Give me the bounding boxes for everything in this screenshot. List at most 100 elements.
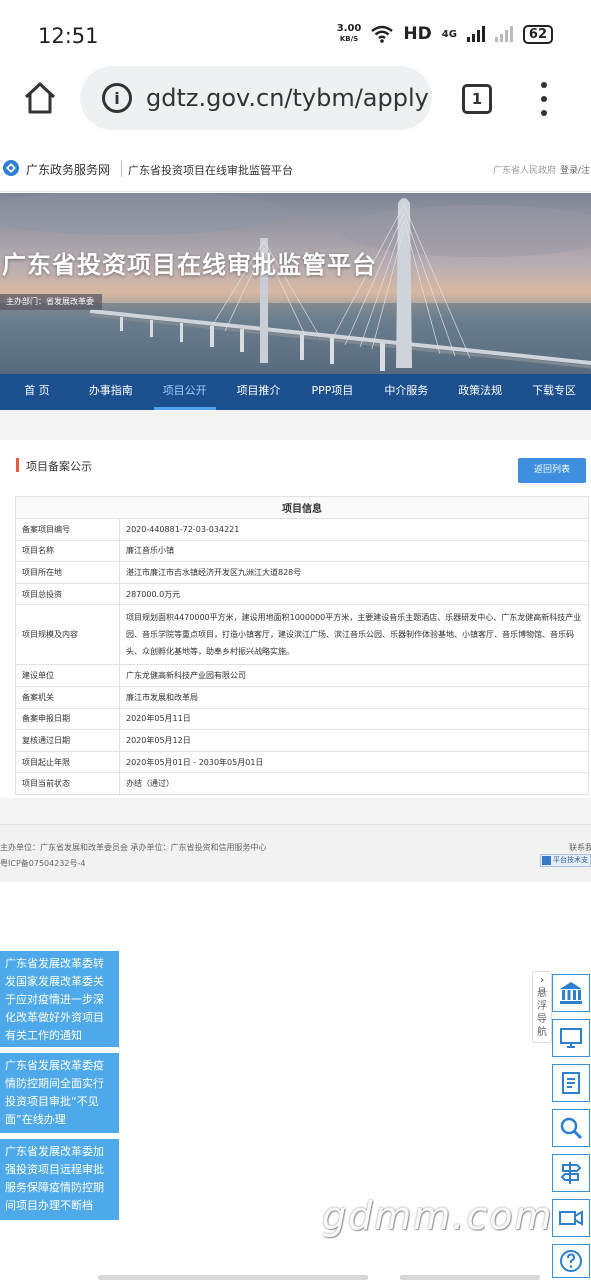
notice-card[interactable]: 广东省发展改革委疫情防控期间全面实行投资项目审批“不见面”在线办理 [0, 1053, 119, 1133]
badge-label: 平台技术支 [553, 856, 588, 864]
video-icon[interactable] [552, 1199, 590, 1237]
watermark-logo: gdmm.com [322, 1194, 554, 1238]
row-key: 备案项目编号 [15, 518, 120, 541]
row-value: 287000.0万元 [119, 582, 589, 606]
url-text[interactable]: gdtz.gov.cn/tybm/apply [146, 84, 429, 112]
card-title: 项目备案公示 [26, 460, 92, 473]
status-bar: 12:51 3.00 KB/S HD 4G 62 [0, 0, 591, 66]
nav-item-home[interactable]: 首 页 [0, 374, 74, 410]
row-value: 项目规划面积4470000平方米，建设用地面积1000000平方米，主要建设音乐… [119, 604, 589, 666]
main-nav: 首 页 办事指南 项目公开 项目推介 PPP项目 中介服务 政策法规 下载专区 [0, 374, 591, 410]
home-icon[interactable] [22, 80, 58, 116]
notice-card[interactable]: 广东省发展改革委转发国家发展改革委关于应对疫情进一步深化改革做好外资项目有关工作… [0, 951, 119, 1047]
row-value: 湛江市廉江市吉水镇经济开发区九洲江大道828号 [119, 561, 589, 584]
table-row: 建设单位 广东龙健高新科技产业园有限公司 [15, 664, 589, 687]
row-value: 2020年05月12日 [119, 729, 589, 752]
table-row: 备案申报日期 2020年05月11日 [15, 707, 589, 731]
table-row: 备案项目编号 2020-440881-72-03-034221 [15, 518, 589, 541]
floating-nav-toggle[interactable]: › 悬浮导航 [532, 971, 552, 1043]
row-key: 项目所在地 [15, 561, 120, 584]
nav-item-agency[interactable]: 中介服务 [369, 374, 443, 410]
row-key: 备案机关 [15, 685, 120, 709]
row-value: 廉江音乐小镇 [119, 539, 589, 563]
row-key: 项目起止年限 [15, 750, 120, 774]
row-value: 廉江市发展和改革局 [119, 685, 589, 709]
nav-item-project-promo[interactable]: 项目推介 [222, 374, 296, 410]
status-icons: 3.00 KB/S HD 4G 62 [337, 24, 553, 44]
site-info-icon[interactable]: i [102, 83, 132, 113]
row-value: 办结（通过） [119, 772, 589, 795]
footer-host: 主办单位：广东省发展和改革委员会 承办单位：广东省投资和信用服务中心 [0, 843, 267, 852]
row-key: 项目名称 [15, 539, 120, 563]
table-header: 项目信息 [15, 496, 589, 519]
gov-link[interactable]: 广东省人民政府 [493, 163, 556, 176]
more-menu-icon[interactable] [536, 82, 552, 116]
footer-icp[interactable]: 粤ICP备07504232号-4 [0, 858, 85, 869]
row-key: 复核通过日期 [15, 729, 120, 752]
title-marker [16, 458, 19, 472]
header-divider [121, 161, 122, 177]
table-row: 项目所在地 湛江市廉江市吉水镇经济开发区九洲江大道828号 [15, 561, 589, 584]
banner-dept: 主办部门：省发展改革委 [0, 294, 102, 310]
document-icon[interactable] [552, 1064, 590, 1102]
row-value: 2020年05月01日 - 2030年05月01日 [119, 750, 589, 774]
signal-icon [466, 26, 485, 42]
badge-icon [542, 856, 551, 865]
scroll-indicator [400, 1275, 540, 1280]
bank-icon[interactable] [552, 974, 590, 1012]
speed-unit: KB/S [339, 35, 359, 43]
row-key: 建设单位 [15, 664, 120, 687]
speed-value: 3.00 [336, 23, 362, 34]
row-value: 2020-440881-72-03-034221 [119, 518, 589, 541]
help-icon[interactable] [552, 1244, 590, 1278]
table-row: 项目起止年限 2020年05月01日 - 2030年05月01日 [15, 750, 589, 774]
nav-item-ppp[interactable]: PPP项目 [296, 374, 370, 410]
footer-contact-link[interactable]: 联系我 [569, 842, 591, 853]
network-speed: 3.00 KB/S [337, 24, 362, 44]
site-footer: 主办单位：广东省发展和改革委员会 承办单位：广东省投资和信用服务中心 联系我 粤… [0, 824, 591, 882]
tab-switcher-button[interactable]: 1 [462, 84, 492, 114]
status-time: 12:51 [38, 24, 99, 48]
search-icon[interactable] [552, 1109, 590, 1147]
notice-card[interactable]: 广东省发展改革委加强投资项目远程审批服务保障疫情防控期间项目办理不断档 [0, 1139, 119, 1220]
tech-support-badge[interactable]: 平台技术支 [540, 854, 591, 867]
table-header-row: 项目信息 [15, 496, 589, 519]
row-key: 备案申报日期 [15, 707, 120, 731]
bridge-illustration [0, 193, 591, 374]
wifi-icon [371, 25, 394, 43]
battery-indicator: 62 [522, 24, 553, 44]
row-key: 项目规模及内容 [15, 604, 120, 666]
screen-icon[interactable] [552, 1019, 590, 1057]
row-key: 项目当前状态 [15, 772, 120, 795]
row-value: 广东龙健高新科技产业园有限公司 [119, 664, 589, 687]
browser-toolbar: i gdtz.gov.cn/tybm/apply 1 [0, 66, 591, 138]
table-row: 备案机关 廉江市发展和改革局 [15, 685, 589, 709]
nav-item-guide[interactable]: 办事指南 [74, 374, 148, 410]
return-list-button[interactable]: 返回列表 [518, 458, 586, 483]
row-value: 2020年05月11日 [119, 707, 589, 731]
site-logo-icon[interactable] [2, 159, 20, 177]
floating-nav-label: 悬浮导航 [537, 988, 547, 1038]
signpost-icon[interactable] [552, 1154, 590, 1192]
table-row: 项目名称 廉江音乐小镇 [15, 539, 589, 563]
chevron-right-icon: › [539, 975, 545, 986]
table-row: 项目当前状态 办结（通过） [15, 772, 589, 795]
platform-name: 广东省投资项目在线审批监管平台 [128, 164, 293, 177]
table-row: 项目总投资 287000.0万元 [15, 582, 589, 606]
site-header: 广东政务服务网 广东省投资项目在线审批监管平台 广东省人民政府 登录/注 [0, 148, 591, 192]
hero-banner: 广东省投资项目在线审批监管平台 主办部门：省发展改革委 [0, 193, 591, 374]
table-row: 复核通过日期 2020年05月12日 [15, 729, 589, 752]
row-key: 项目总投资 [15, 582, 120, 606]
nav-item-policy[interactable]: 政策法规 [443, 374, 517, 410]
signal-empty-icon [494, 26, 513, 42]
login-link[interactable]: 登录/注 [560, 163, 590, 176]
project-info-table: 项目信息 备案项目编号 2020-440881-72-03-034221 项目名称… [15, 496, 589, 795]
table-row: 项目规模及内容 项目规划面积4470000平方米，建设用地面积1000000平方米… [15, 604, 589, 666]
address-bar[interactable]: i gdtz.gov.cn/tybm/apply [80, 66, 432, 130]
network-type: 4G [441, 28, 457, 40]
nav-item-project-public[interactable]: 项目公开 [148, 374, 222, 410]
hd-label: HD [403, 24, 432, 44]
site-name[interactable]: 广东政务服务网 [26, 161, 110, 178]
nav-item-download[interactable]: 下载专区 [517, 374, 591, 410]
scroll-indicator [98, 1275, 368, 1280]
